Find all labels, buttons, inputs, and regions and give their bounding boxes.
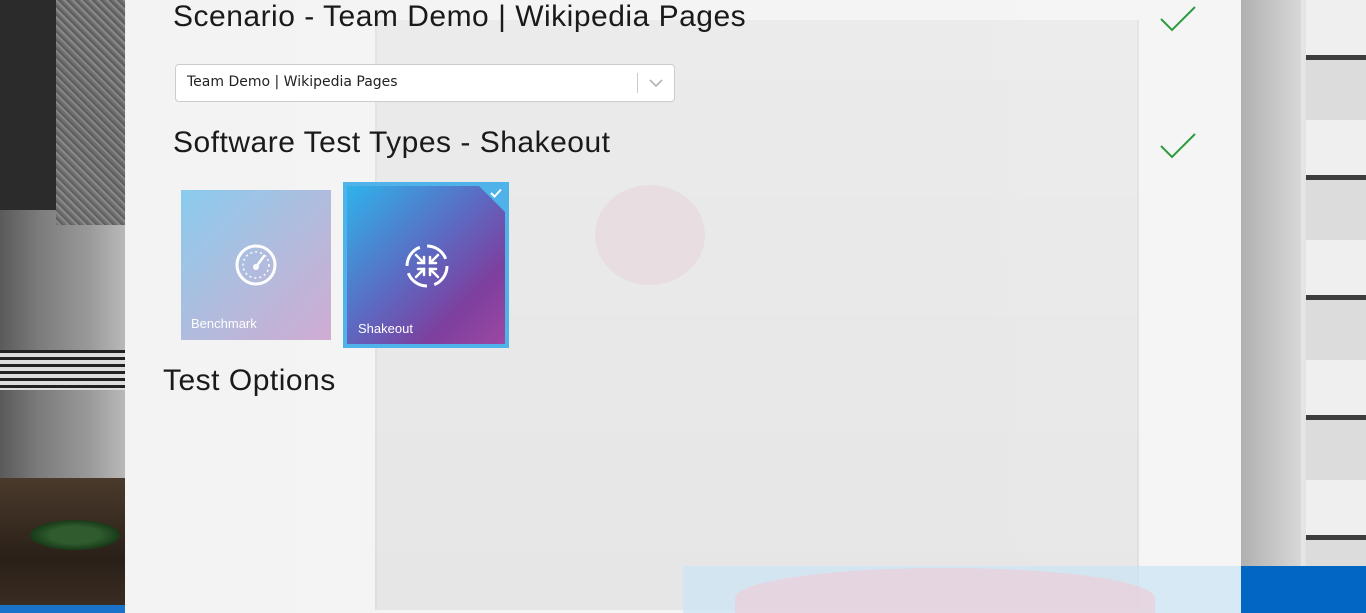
test-type-tile-benchmark[interactable]: Benchmark [181, 190, 331, 340]
background-wreath [30, 520, 120, 550]
checkmark-icon [1160, 133, 1196, 159]
tile-label: Shakeout [358, 321, 413, 336]
selected-check-icon [490, 188, 502, 198]
test-type-tile-shakeout[interactable]: Shakeout [343, 182, 509, 348]
background-pillar [0, 0, 56, 210]
background-column [1241, 0, 1301, 566]
scenario-title: Scenario - Team Demo | Wikipedia Pages [173, 0, 747, 33]
arrows-inward-icon [405, 244, 449, 288]
test-types-title: Software Test Types - Shakeout [173, 126, 611, 159]
background-logo [595, 185, 705, 285]
background-granite-wall [56, 0, 126, 225]
speedometer-icon [235, 244, 277, 286]
main-panel: Scenario - Team Demo | Wikipedia Pages T… [125, 0, 1241, 613]
test-options-title: Test Options [163, 364, 336, 397]
chevron-down-icon[interactable] [646, 75, 666, 91]
background-vent [0, 350, 125, 390]
scenario-select-value: Team Demo | Wikipedia Pages [187, 74, 398, 90]
background-blue-strip [0, 605, 125, 613]
select-separator [637, 73, 638, 93]
checkmark-icon [1160, 6, 1196, 32]
background-blue-bar [1241, 566, 1366, 613]
background-balconies [1306, 0, 1366, 566]
tile-label: Benchmark [191, 316, 257, 331]
scenario-select[interactable]: Team Demo | Wikipedia Pages [175, 64, 675, 102]
